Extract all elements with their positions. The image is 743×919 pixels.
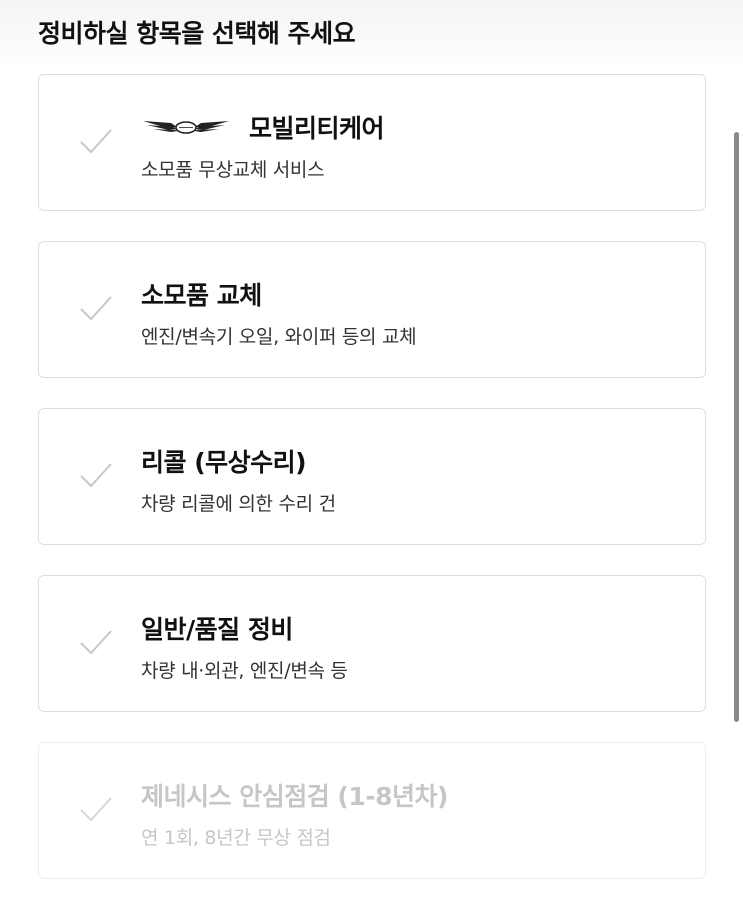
option-card-mobility-care[interactable]: 모빌리티케어 소모품 무상교체 서비스 bbox=[38, 74, 706, 211]
check-icon bbox=[80, 296, 112, 321]
genesis-wings-logo-icon bbox=[143, 121, 229, 134]
option-description: 엔진/변속기 오일, 와이퍼 등의 교체 bbox=[141, 326, 417, 348]
option-title: 제네시스 안심점검 (1-8년차) bbox=[141, 782, 448, 811]
option-description: 차량 리콜에 의한 수리 건 bbox=[141, 493, 336, 515]
option-card-consumables[interactable]: 소모품 교체 엔진/변속기 오일, 와이퍼 등의 교체 bbox=[38, 241, 706, 378]
check-icon bbox=[80, 630, 112, 655]
option-card-safety-inspection[interactable]: 제네시스 안심점검 (1-8년차) 연 1회, 8년간 무상 점검 bbox=[38, 742, 706, 879]
option-title: 모빌리티케어 bbox=[249, 114, 385, 143]
service-option-list: 모빌리티케어 소모품 무상교체 서비스 소모품 교체 엔진/변속기 오일, 와이… bbox=[38, 74, 706, 909]
check-icon bbox=[80, 797, 112, 822]
option-description: 차량 내·외관, 엔진/변속 등 bbox=[141, 660, 348, 682]
option-description: 연 1회, 8년간 무상 점검 bbox=[141, 827, 331, 849]
option-title: 일반/품질 정비 bbox=[141, 615, 293, 644]
option-card-general-maintenance[interactable]: 일반/품질 정비 차량 내·외관, 엔진/변속 등 bbox=[38, 575, 706, 712]
option-card-recall[interactable]: 리콜 (무상수리) 차량 리콜에 의한 수리 건 bbox=[38, 408, 706, 545]
page-title: 정비하실 항목을 선택해 주세요 bbox=[38, 19, 356, 48]
scrollbar[interactable] bbox=[734, 132, 739, 722]
check-icon bbox=[80, 129, 112, 154]
check-icon bbox=[80, 463, 112, 488]
option-title: 리콜 (무상수리) bbox=[141, 448, 307, 477]
option-description: 소모품 무상교체 서비스 bbox=[141, 159, 325, 181]
option-title: 소모품 교체 bbox=[141, 281, 262, 310]
